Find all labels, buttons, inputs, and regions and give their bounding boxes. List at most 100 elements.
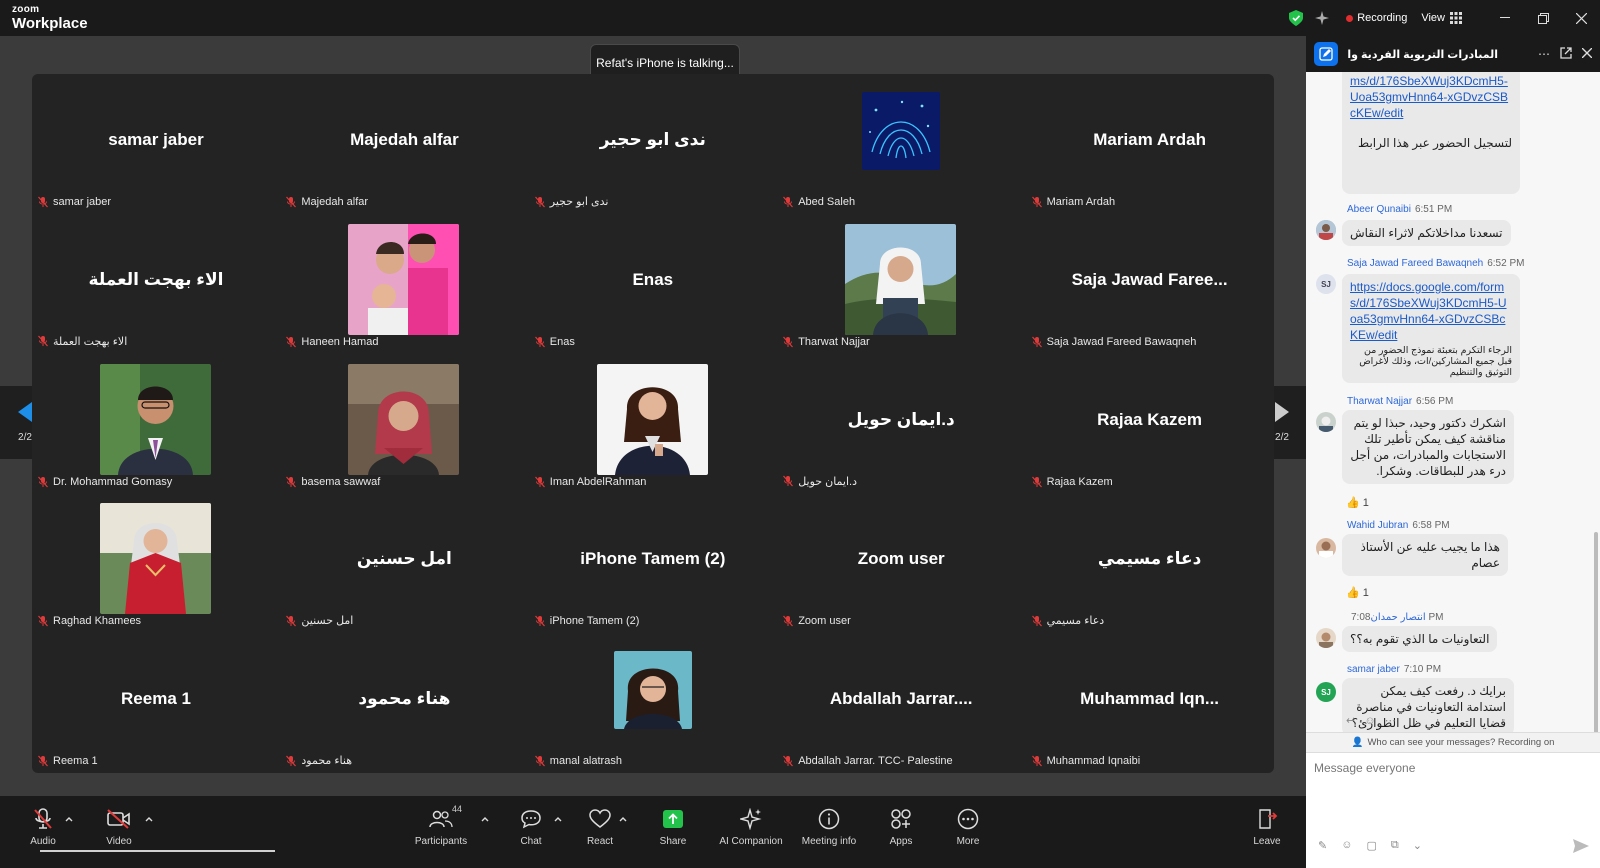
view-label: View: [1421, 12, 1445, 24]
chat-title: المبادرات التربوية الفردية والمج...: [1348, 48, 1498, 61]
avatar[interactable]: [1316, 412, 1336, 432]
chat-more-icon[interactable]: ⋯: [1538, 47, 1550, 61]
visibility-person-icon: 👤: [1351, 737, 1364, 748]
participant-tile[interactable]: Muhammad Iqn... Muhammad Iqnaibi: [1026, 633, 1274, 772]
format-icon[interactable]: ✎: [1318, 839, 1327, 852]
leave-button[interactable]: Leave: [1232, 806, 1302, 847]
participant-tile[interactable]: هناء محمود هناء محمود: [280, 633, 528, 772]
audio-button[interactable]: Audio: [8, 806, 78, 847]
sender-name[interactable]: Saja Jawad Fareed Bawaqneh: [1347, 258, 1483, 269]
shield-check-icon[interactable]: [1286, 8, 1306, 28]
reply-icon[interactable]: ↩: [1346, 715, 1355, 727]
close-chat-icon[interactable]: [1581, 47, 1593, 61]
participant-tile[interactable]: Haneen Hamad: [280, 214, 528, 353]
meeting-info-button[interactable]: Meeting info: [794, 806, 864, 847]
participant-name-label: Rajaa Kazem: [1031, 476, 1113, 488]
participant-tile[interactable]: الاء بهجت العملة الاء بهجت العملة: [32, 214, 280, 353]
heart-icon: [589, 809, 611, 828]
share-button[interactable]: Share: [638, 806, 708, 847]
chat-button[interactable]: Chat: [496, 806, 566, 847]
emoji-reaction-icon[interactable]: ☺: [1364, 715, 1375, 727]
message-input-area[interactable]: Message everyone ✎ ☺ ▢ ⧉ ⌄: [1306, 752, 1600, 868]
sender-name[interactable]: Abeer Qunaibi: [1347, 204, 1411, 215]
chat-caret-icon[interactable]: [553, 814, 563, 824]
avatar[interactable]: [1316, 628, 1336, 648]
message-link[interactable]: ms/d/176SbeXWuj3KDcmH5-Uoa53gmvHnn64-xGD…: [1350, 73, 1512, 121]
participant-display-name: Enas: [632, 269, 674, 289]
participant-tile[interactable]: د.ايمان حويل د.ايمان حويل: [777, 354, 1025, 493]
participant-tile[interactable]: Tharwat Najjar: [777, 214, 1025, 353]
sparkle-icon[interactable]: [1312, 8, 1332, 28]
message-time: 6:51 PM: [1414, 204, 1453, 215]
video-options-caret-icon[interactable]: [144, 814, 154, 824]
participant-tile[interactable]: Reema 1 Reema 1: [32, 633, 280, 772]
participant-name-label: امل حسنين: [286, 614, 353, 627]
muted-mic-icon: [783, 615, 794, 627]
participant-label-text: Haneen Hamad: [301, 335, 379, 348]
sender-name[interactable]: Tharwat Najjar: [1347, 396, 1412, 407]
view-button[interactable]: View: [1421, 12, 1462, 24]
participant-tile[interactable]: basema sawwaf: [280, 354, 528, 493]
recording-indicator[interactable]: Recording: [1346, 12, 1407, 24]
sender-name[interactable]: samar jaber: [1347, 664, 1400, 675]
participant-tile[interactable]: Mariam Ardah Mariam Ardah: [1026, 74, 1274, 213]
ai-companion-label: AI Companion: [719, 836, 783, 847]
reaction-badge[interactable]: 👍 1: [1346, 496, 1369, 509]
react-button[interactable]: React: [565, 806, 635, 847]
screenshot-icon[interactable]: ⧉: [1391, 839, 1399, 852]
participant-tile[interactable]: Abdallah Jarrar.... Abdallah Jarrar. TCC-…: [777, 633, 1025, 772]
sender-name[interactable]: انتصار حمدان: [1370, 612, 1425, 623]
chat-scrollbar[interactable]: [1594, 532, 1598, 732]
audio-options-caret-icon[interactable]: [64, 814, 74, 824]
emoji-icon[interactable]: ☺: [1341, 839, 1352, 852]
participant-tile[interactable]: Zoom user Zoom user: [777, 493, 1025, 632]
participant-tile[interactable]: samar jaber samar jaber: [32, 74, 280, 213]
participant-tile[interactable]: امل حسنين امل حسنين: [280, 493, 528, 632]
file-icon[interactable]: ▢: [1366, 839, 1376, 852]
avatar[interactable]: [1316, 538, 1336, 558]
participant-label-text: امل حسنين: [301, 615, 354, 628]
message-more-icon[interactable]: ⋯: [1385, 715, 1396, 727]
sender-name[interactable]: Wahid Jubran: [1347, 520, 1408, 531]
leave-door-icon: [1259, 809, 1278, 829]
participants-caret-icon[interactable]: [480, 814, 490, 824]
participant-tile[interactable]: Saja Jawad Faree... Saja Jawad Fareed Baw…: [1026, 214, 1274, 353]
participant-tile[interactable]: ندى ابو حجير ندى ابو حجير: [529, 74, 777, 213]
who-can-see-messages[interactable]: 👤 Who can see your messages? Recording o…: [1306, 732, 1600, 752]
participant-tile[interactable]: iPhone Tamem (2) iPhone Tamem (2): [529, 493, 777, 632]
participant-display-name: Saja Jawad Faree...: [1071, 269, 1228, 289]
participant-tile[interactable]: Enas Enas: [529, 214, 777, 353]
send-icon[interactable]: [1572, 838, 1590, 854]
minimize-button[interactable]: [1486, 0, 1524, 36]
avatar[interactable]: SJ: [1316, 682, 1336, 702]
message-link[interactable]: https://docs.google.com/forms/d/176SbeXW…: [1350, 279, 1512, 343]
participant-tile[interactable]: Majedah alfar Majedah alfar: [280, 74, 528, 213]
chevron-down-icon[interactable]: ⌄: [1413, 839, 1422, 852]
muted-mic-icon: [1031, 336, 1042, 348]
participant-tile[interactable]: دعاء مسيمي دعاء مسيمي: [1026, 493, 1274, 632]
participant-video-image: [613, 651, 692, 730]
popout-icon[interactable]: [1560, 46, 1572, 62]
apps-button[interactable]: Apps: [866, 806, 936, 847]
react-caret-icon[interactable]: [618, 814, 628, 824]
participant-tile[interactable]: Iman AbdelRahman: [529, 354, 777, 493]
participant-video-image: [348, 363, 460, 475]
more-button[interactable]: More: [933, 806, 1003, 847]
avatar[interactable]: SJ: [1316, 274, 1336, 294]
participant-label-text: هناء محمود: [301, 755, 353, 768]
restore-button[interactable]: [1524, 0, 1562, 36]
participant-tile[interactable]: Raghad Khamees: [32, 493, 280, 632]
video-button[interactable]: Video: [84, 806, 154, 847]
chat-edit-icon[interactable]: [1314, 42, 1338, 66]
participant-tile[interactable]: Rajaa Kazem Rajaa Kazem: [1026, 354, 1274, 493]
participants-button[interactable]: 44 Participants: [406, 804, 476, 847]
participant-tile[interactable]: Dr. Mohammad Gomasy: [32, 354, 280, 493]
avatar[interactable]: [1316, 220, 1336, 240]
close-window-button[interactable]: [1562, 0, 1600, 36]
ai-companion-button[interactable]: AI Companion: [716, 806, 786, 847]
participant-tile[interactable]: Abed Saleh: [777, 74, 1025, 213]
reaction-badge[interactable]: 👍 1: [1346, 586, 1369, 599]
participant-display-name: Abdallah Jarrar....: [829, 689, 973, 709]
participant-label-text: manal alatrash: [549, 755, 622, 768]
participant-tile[interactable]: manal alatrash: [529, 633, 777, 772]
